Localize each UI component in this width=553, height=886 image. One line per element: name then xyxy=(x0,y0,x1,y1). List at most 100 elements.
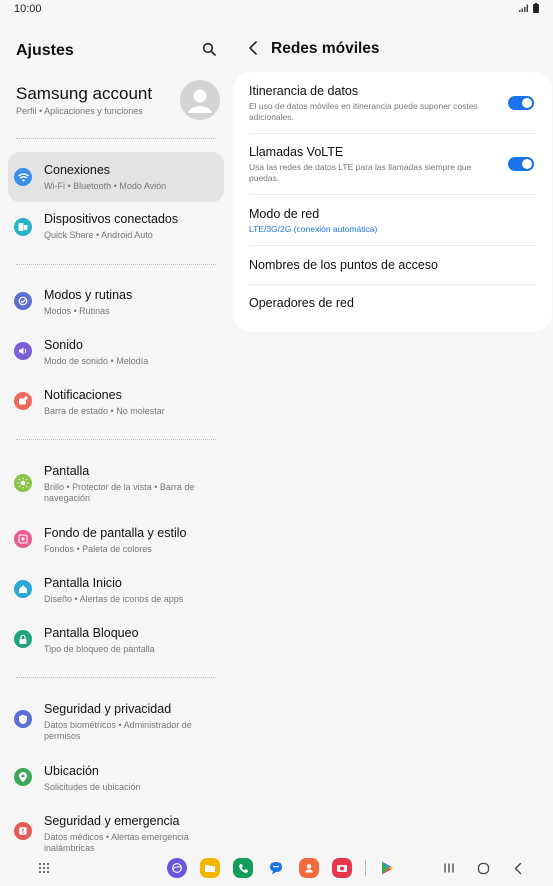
play-store-app[interactable] xyxy=(377,858,397,878)
menu-item-title: Pantalla Inicio xyxy=(44,576,122,590)
play-store-icon xyxy=(382,861,393,875)
menu-item-title: Pantalla xyxy=(44,464,90,478)
menu-item-safety-emergency[interactable]: Seguridad y emergencia Datos médicos • A… xyxy=(8,806,224,853)
menu-item-wallpaper-style[interactable]: Fondo de pantalla y estilo Fondos • Pale… xyxy=(8,518,224,562)
bell-icon xyxy=(14,392,32,410)
mobile-networks-header: Redes móviles xyxy=(246,38,546,62)
emergency-icon xyxy=(14,822,32,840)
wifi-icon xyxy=(14,168,32,186)
taskbar-separator xyxy=(364,858,366,878)
search-icon xyxy=(202,42,216,56)
messages-app[interactable] xyxy=(266,858,286,878)
recents-icon xyxy=(444,863,454,873)
menu-item-subtitle: Solicitudes de ubicación xyxy=(44,782,141,792)
menu-item-security-privacy[interactable]: Seguridad y privacidad Datos biométricos… xyxy=(8,694,224,750)
row-network-mode[interactable]: Modo de red LTE/3G/2G (conexión automáti… xyxy=(233,195,552,246)
settings-pane: Ajustes Samsung account Perfil • Aplicac… xyxy=(0,22,232,853)
sun-icon xyxy=(14,474,32,492)
menu-item-title: Fondo de pantalla y estilo xyxy=(44,526,187,540)
battery-icon xyxy=(533,3,539,13)
menu-item-sound[interactable]: Sonido Modo de sonido • Melodía xyxy=(8,330,224,374)
volte-calls-toggle[interactable] xyxy=(508,157,534,171)
row-title: Llamadas VoLTE xyxy=(249,145,344,159)
location-icon xyxy=(14,768,32,786)
my-files-app[interactable] xyxy=(200,858,220,878)
internet-icon xyxy=(167,858,187,878)
shield-icon xyxy=(14,710,32,728)
menu-item-location[interactable]: Ubicación Solicitudes de ubicación xyxy=(8,756,224,800)
menu-item-display[interactable]: Pantalla Brillo • Protector de la vista … xyxy=(8,456,224,512)
menu-item-subtitle: Modos • Rutinas xyxy=(44,306,110,316)
account-subtitle: Perfil • Aplicaciones y funciones xyxy=(16,106,143,116)
menu-item-connections[interactable]: Conexiones Wi-Fi • Bluetooth • Modo Avió… xyxy=(8,152,224,202)
menu-item-title: Ubicación xyxy=(44,764,99,778)
avatar xyxy=(180,80,220,120)
menu-item-subtitle: Wi-Fi • Bluetooth • Modo Avión xyxy=(44,181,167,191)
folder-icon xyxy=(200,858,220,878)
row-title: Operadores de red xyxy=(249,296,354,310)
row-network-operators[interactable]: Operadores de red xyxy=(233,285,552,325)
menu-item-lock-screen[interactable]: Pantalla Bloqueo Tipo de bloqueo de pant… xyxy=(8,618,224,662)
back-button[interactable] xyxy=(246,40,262,56)
row-title: Modo de red xyxy=(249,207,320,221)
search-button[interactable] xyxy=(202,42,218,58)
row-volte-calls[interactable]: Llamadas VoLTE Usa las redes de datos LT… xyxy=(233,134,552,195)
menu-item-subtitle: Quick Share • Android Auto xyxy=(44,230,153,240)
menu-item-title: Modos y rutinas xyxy=(44,288,133,302)
menu-item-subtitle: Datos biométricos • Administrador de per… xyxy=(44,720,192,741)
signal-icon xyxy=(519,4,528,12)
menu-item-title: Notificaciones xyxy=(44,388,122,402)
lock-icon xyxy=(14,630,32,648)
menu-item-title: Sonido xyxy=(44,338,83,352)
menu-item-title: Pantalla Bloqueo xyxy=(44,626,139,640)
camera-app[interactable] xyxy=(332,858,352,878)
menu-item-subtitle: Tipo de bloqueo de pantalla xyxy=(44,644,155,654)
divider xyxy=(16,677,216,678)
menu-item-subtitle: Diseño • Alertas de iconos de apps xyxy=(44,594,184,604)
back-nav-button[interactable] xyxy=(510,858,526,878)
message-icon xyxy=(270,862,282,875)
speaker-icon xyxy=(14,342,32,360)
data-roaming-toggle[interactable] xyxy=(508,96,534,110)
internet-app[interactable] xyxy=(167,858,187,878)
menu-item-subtitle: Barra de estado • No molestar xyxy=(44,406,165,416)
row-title: Itinerancia de datos xyxy=(249,84,359,98)
contacts-app[interactable] xyxy=(299,858,319,878)
devices-icon xyxy=(14,218,32,236)
divider xyxy=(16,264,216,265)
app-drawer-button[interactable] xyxy=(36,858,52,878)
row-access-point-names[interactable]: Nombres de los puntos de acceso xyxy=(233,246,552,285)
home-icon xyxy=(14,580,32,598)
menu-item-connected-devices[interactable]: Dispositivos conectados Quick Share • An… xyxy=(8,206,224,250)
home-button[interactable] xyxy=(475,858,491,878)
status-bar: 10:00 xyxy=(0,0,553,18)
menu-item-notifications[interactable]: Notificaciones Barra de estado • No mole… xyxy=(8,380,224,424)
page-title: Redes móviles xyxy=(271,40,380,57)
divider xyxy=(16,138,216,139)
row-description: Usa las redes de datos LTE para las llam… xyxy=(249,162,472,183)
phone-icon xyxy=(233,858,253,878)
home-circle-icon xyxy=(477,862,489,874)
phone-app[interactable] xyxy=(233,858,253,878)
status-icons xyxy=(519,3,539,13)
row-value: LTE/3G/2G (conexión automática) xyxy=(249,224,378,234)
row-title: Nombres de los puntos de acceso xyxy=(249,258,438,272)
settings-title: Ajustes xyxy=(16,42,74,59)
row-data-roaming[interactable]: Itinerancia de datos El uso de datos móv… xyxy=(233,72,552,134)
menu-item-modes-routines[interactable]: Modos y rutinas Modos • Rutinas xyxy=(8,280,224,324)
menu-item-subtitle: Fondos • Paleta de colores xyxy=(44,544,152,554)
row-description: El uso de datos móviles en itinerancia p… xyxy=(249,101,478,122)
menu-item-title: Conexiones xyxy=(44,163,111,177)
image-icon xyxy=(14,530,32,548)
recent-apps-button[interactable] xyxy=(441,858,457,878)
account-name: Samsung account xyxy=(16,84,153,103)
divider xyxy=(16,439,216,440)
samsung-account[interactable]: Samsung account Perfil • Aplicaciones y … xyxy=(8,76,224,128)
check-circle-icon xyxy=(14,292,32,310)
menu-item-title: Seguridad y privacidad xyxy=(44,702,172,716)
person-icon xyxy=(188,89,212,113)
contacts-icon xyxy=(299,858,319,878)
chevron-left-icon xyxy=(249,41,257,55)
menu-item-title: Seguridad y emergencia xyxy=(44,814,180,828)
menu-item-home-screen[interactable]: Pantalla Inicio Diseño • Alertas de icon… xyxy=(8,568,224,612)
